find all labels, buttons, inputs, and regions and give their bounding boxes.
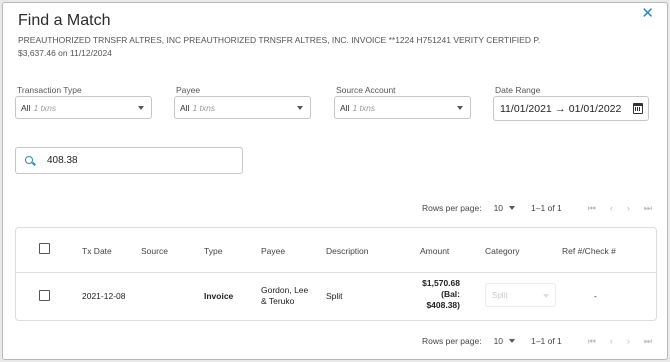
rows-per-page-label: Rows per page: <box>422 203 482 213</box>
amount-search[interactable] <box>15 147 243 174</box>
search-icon <box>25 156 33 164</box>
header-payee: Payee <box>261 246 286 256</box>
row-description: Split <box>326 291 343 301</box>
transaction-description: PREAUTHORIZED TRNSFR ALTRES, INC PREAUTH… <box>18 34 578 60</box>
transaction-type-select[interactable]: All 1 txns <box>15 96 152 119</box>
rows-per-page-value: 10 <box>493 336 504 346</box>
next-page-icon[interactable]: › <box>627 203 630 213</box>
payee-value: All <box>180 102 190 113</box>
source-account-select[interactable]: All 1 txns <box>334 96 471 119</box>
previous-page-icon[interactable]: ‹ <box>610 203 613 213</box>
previous-page-icon[interactable]: ‹ <box>610 336 613 346</box>
first-page-icon[interactable]: ⏮ <box>588 203 596 214</box>
transaction-type-label: Transaction Type <box>17 85 82 95</box>
last-page-icon[interactable]: ⏭ <box>644 336 652 347</box>
rows-per-page-select[interactable]: 10 <box>493 203 516 213</box>
chevron-down-icon <box>457 106 463 110</box>
payee-hint: 1 txns <box>192 102 216 113</box>
close-icon[interactable]: ✕ <box>641 4 654 22</box>
row-payee: Gordon, Lee & Teruko <box>261 285 308 307</box>
page-range: 1–1 of 1 <box>531 203 562 213</box>
last-page-icon[interactable]: ⏭ <box>644 203 652 214</box>
date-to: 01/01/2022 <box>568 102 622 115</box>
header-type: Type <box>204 246 223 256</box>
rows-per-page-label: Rows per page: <box>422 336 482 346</box>
header-tx-date: Tx Date <box>82 246 112 256</box>
header-category: Category <box>485 246 520 256</box>
search-input[interactable] <box>47 155 227 166</box>
chevron-down-icon <box>138 106 144 110</box>
source-account-label: Source Account <box>336 85 396 95</box>
source-account-hint: 1 txns <box>352 102 376 113</box>
payee-select[interactable]: All 1 txns <box>174 96 311 119</box>
page-range: 1–1 of 1 <box>531 336 562 346</box>
row-checkbox[interactable] <box>39 290 50 301</box>
header-ref-check: Ref #/Check # <box>562 246 616 256</box>
chevron-down-icon <box>297 106 303 110</box>
amount-value: $1,570.68 <box>422 278 460 288</box>
amount-balance-label: (Bal: <box>441 289 460 299</box>
transactions-table: Tx Date Source Type Payee Description Am… <box>15 227 657 321</box>
arrow-right-icon: → <box>554 102 566 115</box>
calendar-icon[interactable] <box>633 103 643 114</box>
next-page-icon[interactable]: › <box>627 336 630 346</box>
payee-line-2: & Teruko <box>261 296 295 306</box>
category-select[interactable]: Split <box>485 283 556 307</box>
rows-per-page-value: 10 <box>493 203 504 213</box>
row-type: Invoice <box>204 291 234 301</box>
date-from: 11/01/2021 <box>500 102 552 115</box>
amount-balance-value: $408.38) <box>426 300 460 310</box>
rows-per-page-select[interactable]: 10 <box>493 336 516 346</box>
pagination-top: Rows per page: 10 1–1 of 1 ⏮ ‹ › ⏭ <box>422 200 652 216</box>
payee-label: Payee <box>176 85 201 95</box>
category-value: Split <box>492 291 508 300</box>
row-ref: - <box>594 291 597 301</box>
description-line-1: PREAUTHORIZED TRNSFR ALTRES, INC PREAUTH… <box>18 35 541 45</box>
date-range-label: Date Range <box>495 85 541 95</box>
header-source: Source <box>141 246 168 256</box>
transaction-type-hint: 1 txns <box>33 102 57 113</box>
chevron-down-icon <box>509 339 516 343</box>
row-tx-date: 2021-12-08 <box>82 291 126 301</box>
header-description: Description <box>326 246 369 256</box>
chevron-down-icon <box>543 294 549 298</box>
header-amount: Amount <box>420 246 450 256</box>
date-range-picker[interactable]: 11/01/2021 → 01/01/2022 <box>493 96 649 121</box>
first-page-icon[interactable]: ⏮ <box>588 336 596 347</box>
row-amount: $1,570.68 (Bal: $408.38) <box>422 278 460 311</box>
pagination-bottom: Rows per page: 10 1–1 of 1 ⏮ ‹ › ⏭ <box>422 333 652 349</box>
source-account-value: All <box>340 102 350 113</box>
select-all-checkbox[interactable] <box>39 243 50 254</box>
chevron-down-icon <box>509 206 516 210</box>
transaction-type-value: All <box>21 102 31 113</box>
header-divider <box>16 272 656 273</box>
description-line-2: $3,637.46 on 11/12/2024 <box>18 48 112 58</box>
payee-line-1: Gordon, Lee <box>261 285 309 295</box>
dialog-title: Find a Match <box>18 12 111 29</box>
